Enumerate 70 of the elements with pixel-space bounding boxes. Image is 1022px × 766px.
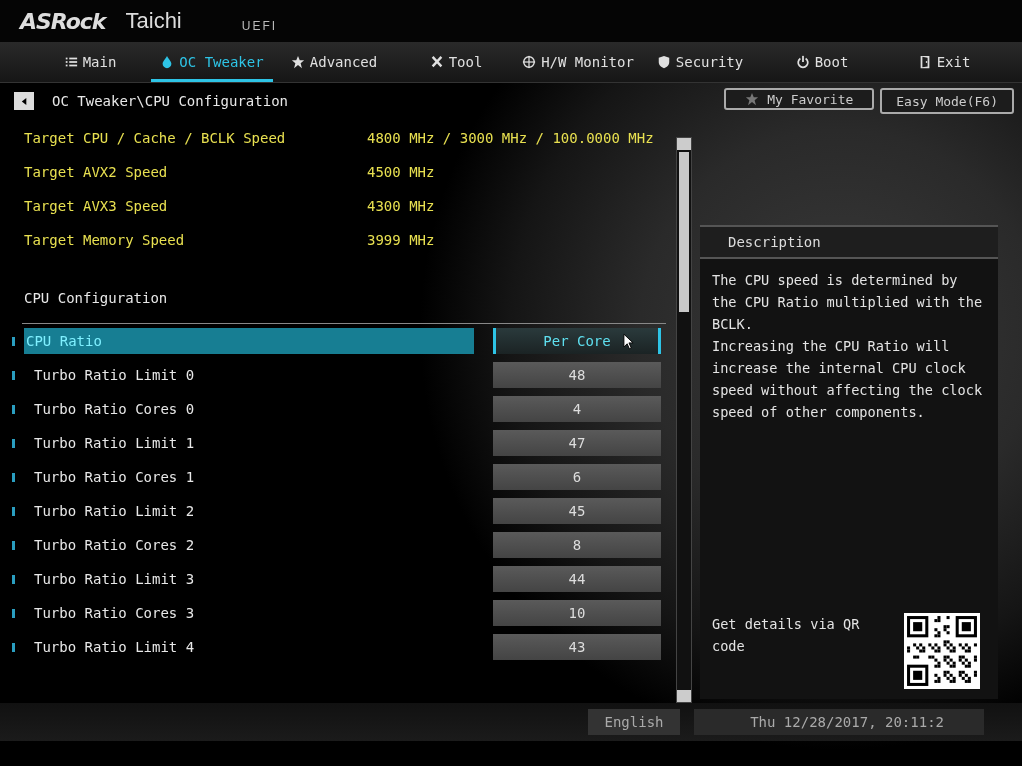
menu-tab[interactable]: Exit (883, 42, 1005, 82)
description-text: Increasing the CPU Ratio will increase the internal CPU clock speed without affecting the clock speed of other components. (712, 337, 984, 422)
shortcut-button[interactable]: My Favorite (724, 88, 875, 110)
menu-tab[interactable]: Main (29, 42, 151, 82)
item-marker-icon (12, 642, 15, 652)
breadcrumb-path: OC Tweaker\CPU Configuration (52, 93, 288, 109)
date-time: Thu 12/28/2017, 20:11:2 (694, 709, 984, 735)
description-text: The CPU speed is determined by the CPU Ratio multiplied with the BCLK. (712, 271, 984, 334)
shortcut-button[interactable]: Easy Mode(F6) (880, 88, 1014, 114)
value-field[interactable]: 10 (493, 600, 661, 626)
item-marker-icon (12, 336, 15, 346)
mouse-pointer-icon (623, 333, 634, 350)
shield-icon (656, 55, 671, 69)
menu-tab[interactable]: Security (639, 42, 761, 82)
menu-tab[interactable]: H/W Monitor (517, 42, 639, 82)
star-icon (290, 55, 305, 69)
menu-tab[interactable]: Tool (395, 42, 517, 82)
setting-item[interactable]: Turbo Ratio Cores 3 (24, 600, 474, 626)
back-button[interactable] (14, 92, 34, 110)
crosshair-icon (522, 55, 537, 69)
item-marker-icon (12, 608, 15, 618)
list-icon (63, 55, 78, 69)
menu-tab[interactable]: Boot (761, 42, 883, 82)
item-marker-icon (12, 472, 15, 482)
info-label: Target AVX3 Speed (24, 198, 169, 214)
info-value: 4300 MHz (367, 198, 435, 214)
section-title: CPU Configuration (23, 289, 169, 308)
qr-caption: Get details via QR code (712, 615, 861, 656)
scrollbar[interactable] (676, 137, 692, 703)
setting-item[interactable]: Turbo Ratio Limit 4 (24, 634, 474, 660)
left-triangle-icon (19, 96, 29, 106)
info-value: 4800 MHz / 3000 MHz / 100.0000 MHz (367, 130, 654, 146)
info-label: Target AVX2 Speed (24, 164, 169, 180)
scroll-thumb[interactable] (679, 152, 689, 312)
info-value: 4500 MHz (367, 164, 435, 180)
item-marker-icon (12, 574, 15, 584)
value-field[interactable]: 6 (493, 464, 661, 490)
item-marker-icon (12, 370, 15, 380)
setting-item[interactable]: Turbo Ratio Limit 1 (24, 430, 474, 456)
info-label: Target Memory Speed (24, 232, 186, 248)
model-name: Taichi (125, 8, 182, 34)
brand-logo: ASRock (20, 8, 106, 34)
value-field[interactable]: 4 (493, 396, 661, 422)
item-marker-icon (12, 438, 15, 448)
setting-item[interactable]: Turbo Ratio Limit 2 (24, 498, 474, 524)
language-button[interactable]: English (588, 709, 680, 735)
menu-tab[interactable]: Advanced (273, 42, 395, 82)
value-field[interactable]: 8 (493, 532, 661, 558)
setting-item[interactable]: Turbo Ratio Limit 3 (24, 566, 474, 592)
value-field[interactable]: 47 (493, 430, 661, 456)
description-header: Description (700, 225, 998, 259)
info-value: 3999 MHz (367, 232, 435, 248)
power-icon (795, 55, 810, 69)
value-field[interactable]: 45 (493, 498, 661, 524)
value-field[interactable]: 44 (493, 566, 661, 592)
star-icon (745, 92, 760, 106)
item-marker-icon (12, 540, 15, 550)
value-field[interactable]: Per Core (493, 328, 661, 354)
setting-item[interactable]: Turbo Ratio Cores 0 (24, 396, 474, 422)
firmware-label: UEFI (241, 19, 278, 33)
value-field[interactable]: 43 (493, 634, 661, 660)
value-field[interactable]: 48 (493, 362, 661, 388)
menu-tab[interactable]: OC Tweaker (151, 42, 273, 82)
setting-item[interactable]: Turbo Ratio Cores 1 (24, 464, 474, 490)
setting-item[interactable]: CPU Ratio (24, 328, 474, 354)
item-marker-icon (12, 404, 15, 414)
item-marker-icon (12, 506, 15, 516)
info-label: Target CPU / Cache / BCLK Speed (24, 130, 287, 146)
setting-item[interactable]: Turbo Ratio Limit 0 (24, 362, 474, 388)
setting-item[interactable]: Turbo Ratio Cores 2 (24, 532, 474, 558)
